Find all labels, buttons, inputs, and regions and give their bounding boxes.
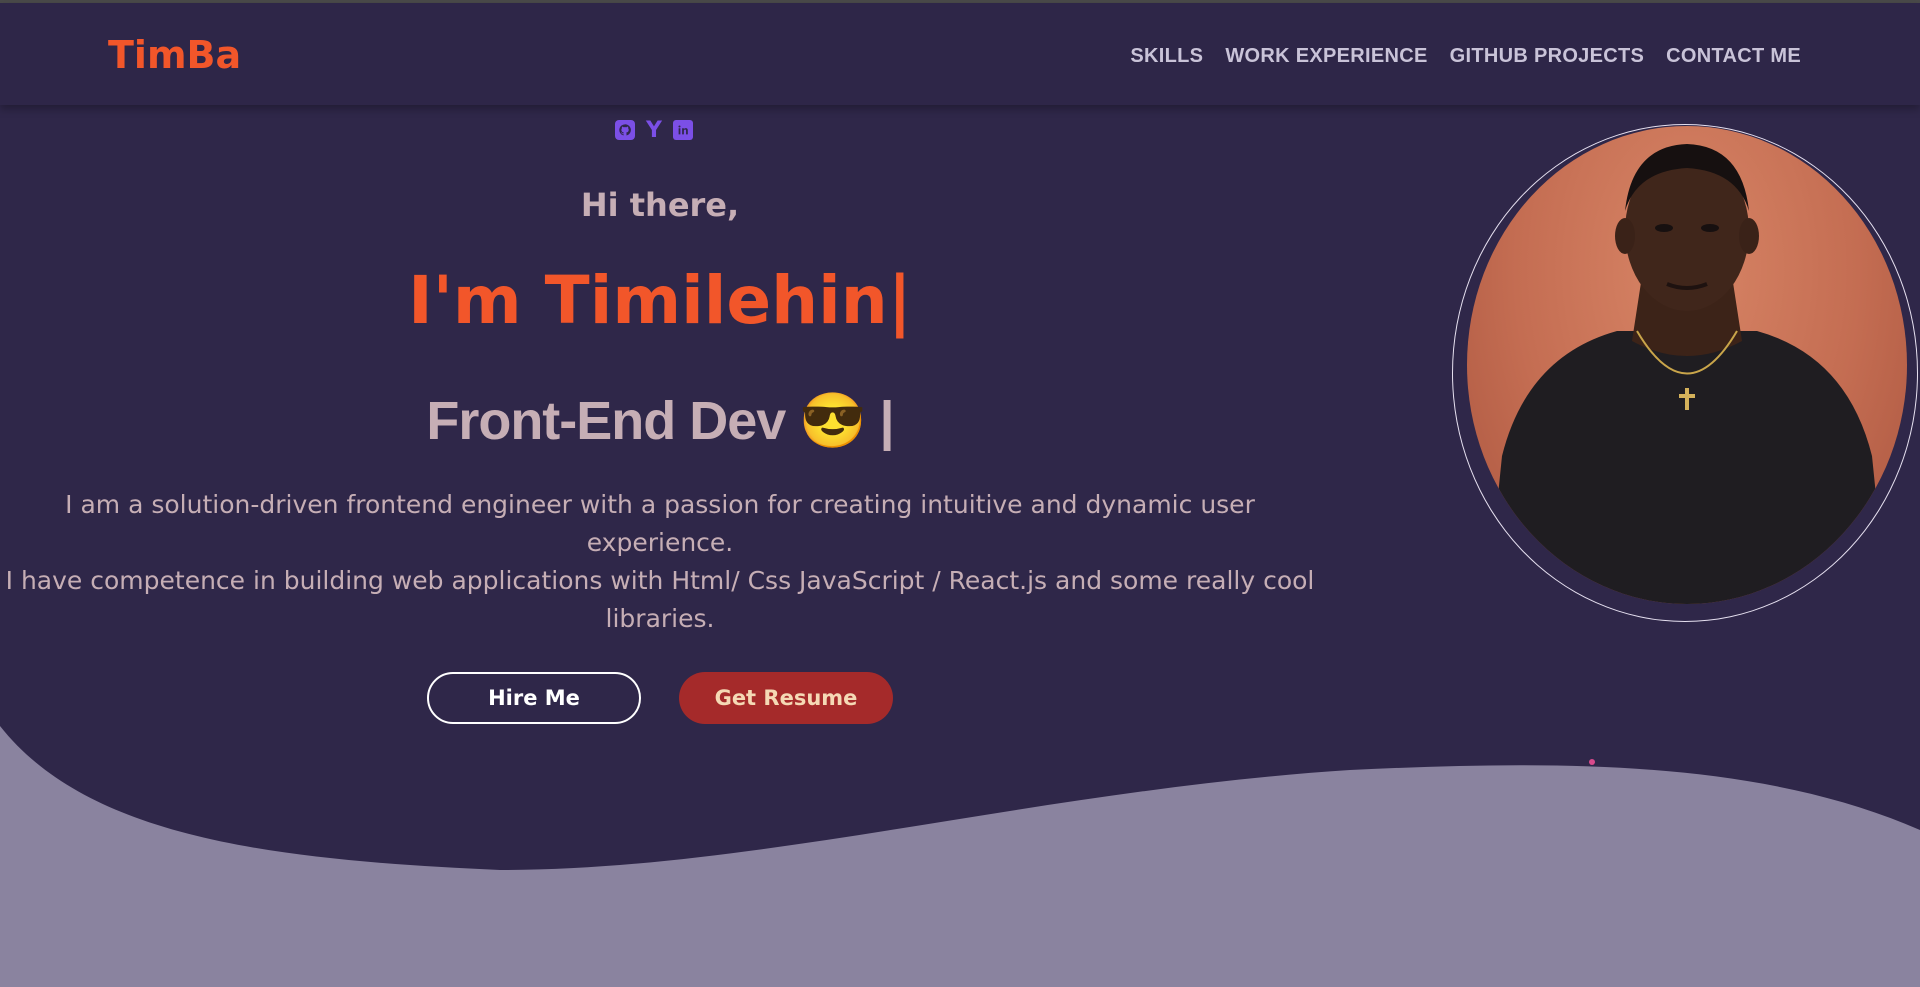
nav-link-contact-me[interactable]: CONTACT ME [1666, 45, 1801, 68]
hire-me-button[interactable]: Hire Me [427, 672, 641, 724]
nav-links: SKILLS WORK EXPERIENCE GITHUB PROJECTS C… [1130, 45, 1801, 68]
decorative-wave [0, 726, 1920, 987]
navbar: TimBa SKILLS WORK EXPERIENCE GITHUB PROJ… [0, 3, 1920, 105]
bio-line-2: I have competence in building web applic… [5, 566, 1315, 633]
site-logo[interactable]: TimBa [108, 33, 241, 77]
nav-link-github-projects[interactable]: GITHUB PROJECTS [1450, 45, 1645, 68]
greeting: Hi there, [580, 186, 740, 224]
bio-line-1: I am a solution-driven frontend engineer… [65, 490, 1255, 557]
wave-dot [1589, 759, 1595, 765]
profile-photo [1467, 126, 1907, 604]
social-links: Y [615, 118, 693, 143]
y-combinator-icon[interactable]: Y [644, 118, 664, 143]
nav-link-work-experience[interactable]: WORK EXPERIENCE [1225, 45, 1427, 68]
get-resume-button[interactable]: Get Resume [679, 672, 893, 724]
hero-role: Front-End Dev 😎 | [426, 391, 894, 451]
github-icon[interactable] [615, 120, 635, 140]
hero-name: I'm Timilehin| [408, 262, 912, 339]
nav-link-skills[interactable]: SKILLS [1130, 45, 1203, 68]
linkedin-icon[interactable] [673, 120, 693, 140]
hero-bio: I am a solution-driven frontend engineer… [0, 486, 1320, 638]
